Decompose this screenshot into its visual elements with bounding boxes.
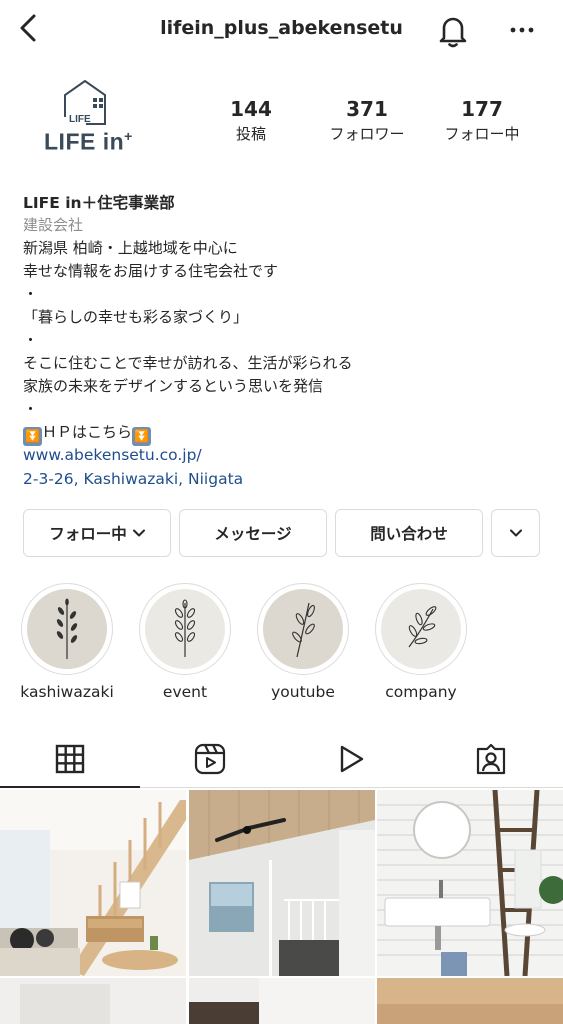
stat-value: 144	[230, 97, 272, 121]
followers-count[interactable]: 371 フォロワー	[312, 97, 422, 145]
contact-button-label: 問い合わせ	[370, 525, 448, 543]
highlight-company[interactable]: company	[361, 583, 481, 702]
following-button-label: フォロー中	[49, 525, 127, 543]
profile-category: 建設会社	[23, 216, 84, 234]
contact-button[interactable]: 問い合わせ	[335, 509, 483, 557]
logo-text: LIFE in+	[44, 128, 133, 156]
highlight-ring	[375, 583, 467, 675]
play-icon	[340, 745, 364, 773]
stat-label: フォロワー	[329, 125, 405, 143]
highlight-kashiwazaki[interactable]: kashiwazaki	[7, 583, 127, 702]
highlight-ring	[257, 583, 349, 675]
stat-value: 371	[346, 97, 388, 121]
reels-icon	[194, 743, 226, 775]
profile-name: LIFE in＋住宅事業部	[23, 194, 175, 212]
highlight-label: event	[162, 683, 208, 701]
profile-tabs	[0, 730, 563, 788]
highlight-youtube[interactable]: youtube	[243, 583, 363, 702]
message-button[interactable]: メッセージ	[179, 509, 327, 557]
profile-username: lifein_plus_abekensetu	[160, 17, 403, 39]
grid-post-staircase[interactable]	[0, 790, 186, 976]
bio-line: そこに住むことで幸せが訪れる、生活が彩られる	[23, 354, 353, 372]
more-options-icon[interactable]	[506, 14, 538, 46]
highlight-event[interactable]: event	[125, 583, 245, 702]
suggested-accounts-button[interactable]	[491, 509, 540, 557]
grid-post[interactable]	[377, 978, 563, 1024]
bio-line: 新潟県 柏崎・上越地域を中心に	[23, 239, 238, 257]
bio-line: 家族の未来をデザインするという思いを発信	[23, 377, 324, 395]
logo-plus: +	[124, 128, 133, 144]
highlight-label: company	[385, 683, 457, 701]
logo-small-text: LIFE	[69, 114, 91, 125]
top-bar: lifein_plus_abekensetu	[0, 0, 563, 60]
bell-icon[interactable]	[434, 11, 472, 49]
tab-reels[interactable]	[140, 730, 280, 788]
message-button-label: メッセージ	[214, 525, 292, 543]
stat-value: 177	[461, 97, 503, 121]
highlight-label: kashiwazaki	[20, 683, 114, 701]
grid-post[interactable]	[189, 978, 375, 1024]
tab-videos[interactable]	[281, 730, 421, 788]
chevron-down-icon	[509, 529, 522, 537]
leaf-icon	[263, 589, 343, 669]
chevron-down-icon	[132, 529, 145, 537]
logo-main-text: LIFE in	[44, 128, 125, 155]
active-tab-indicator	[0, 786, 140, 788]
leaf-icon	[381, 589, 461, 669]
bio-line: 「暮らしの幸せも彩る家づくり」	[23, 308, 249, 326]
tagged-icon	[476, 743, 506, 775]
following-count[interactable]: 177 フォロー中	[427, 97, 537, 145]
tab-tagged[interactable]	[421, 730, 561, 788]
grid-icon	[55, 744, 85, 774]
bio-line: 幸せな情報をお届けする住宅会社です	[23, 262, 279, 280]
website-link[interactable]: www.abekensetu.co.jp/	[23, 444, 543, 468]
grid-post[interactable]	[0, 978, 186, 1024]
highlight-ring	[139, 583, 231, 675]
address-link[interactable]: 2-3-26, Kashiwazaki, Niigata	[23, 468, 543, 492]
tab-posts[interactable]	[0, 730, 140, 788]
profile-bio: LIFE in＋住宅事業部 建設会社 新潟県 柏崎・上越地域を中心に 幸せな情報…	[23, 192, 543, 491]
highlight-label: youtube	[271, 683, 335, 701]
hp-text: ＨＰはこちら	[42, 423, 133, 441]
following-button[interactable]: フォロー中	[23, 509, 171, 557]
highlight-ring	[21, 583, 113, 675]
grid-post-ceiling-fan[interactable]	[189, 790, 375, 976]
bio-line: ・	[23, 400, 39, 418]
posts-count[interactable]: 144 投稿	[196, 97, 306, 145]
leaf-icon	[27, 589, 107, 669]
stat-label: 投稿	[235, 125, 266, 143]
bio-hp-line: ⏬ ＨＰはこちら ⏬	[23, 421, 543, 446]
stat-label: フォロー中	[444, 125, 520, 143]
bio-line: ・	[23, 285, 39, 303]
grid-post-washbasin[interactable]	[377, 790, 563, 976]
bio-line: ・	[23, 331, 39, 349]
leaf-icon	[145, 589, 225, 669]
